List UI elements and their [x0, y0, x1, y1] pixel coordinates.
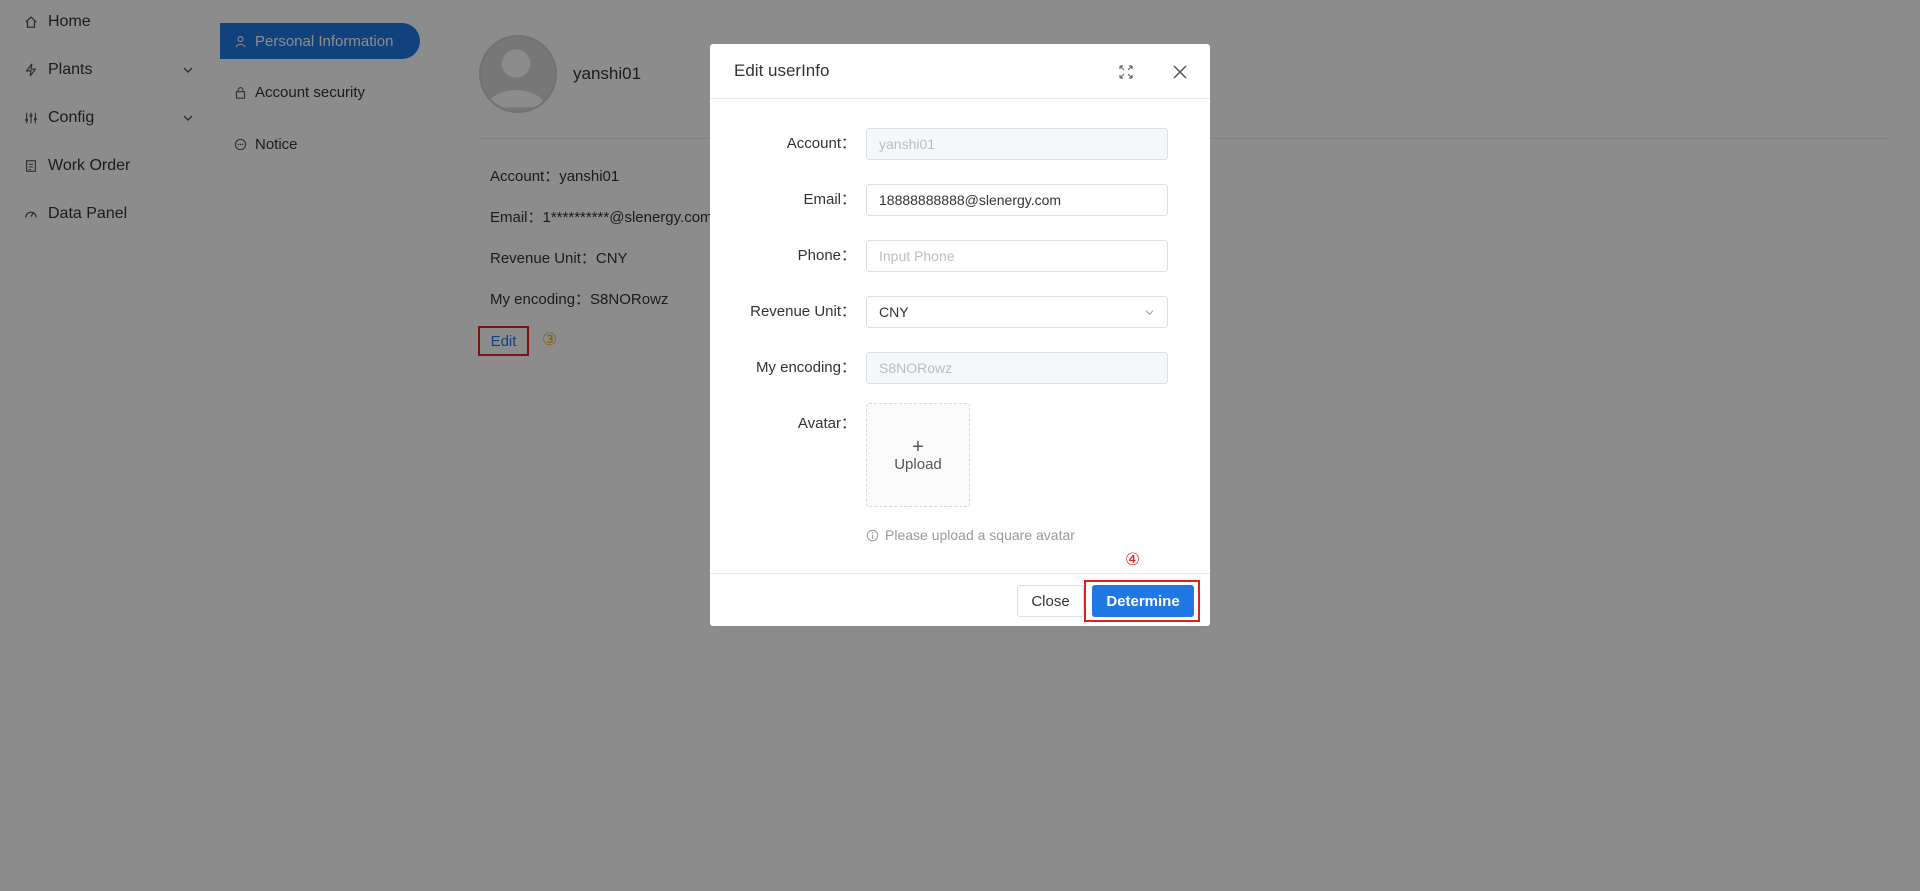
fullscreen-icon[interactable]	[1118, 64, 1134, 80]
phone-input[interactable]	[879, 248, 1167, 264]
account-field: yanshi01	[866, 128, 1168, 160]
email-field[interactable]: 18888888888@slenergy.com	[866, 184, 1168, 216]
account-value: yanshi01	[879, 136, 936, 152]
upload-label: Upload	[894, 455, 942, 473]
divider	[710, 98, 1210, 99]
divider	[710, 573, 1210, 574]
edit-userinfo-dialog: Edit userInfo Account： yanshi01 Email： 1…	[710, 44, 1210, 626]
chevron-down-icon	[1145, 310, 1154, 316]
encoding-value: S8NORowz	[879, 360, 953, 376]
close-icon[interactable]	[1172, 64, 1188, 80]
phone-label: Phone：	[797, 247, 856, 264]
avatar-label: Avatar：	[797, 415, 856, 432]
avatar-upload-button[interactable]: + Upload	[866, 403, 970, 507]
plus-icon: +	[912, 435, 924, 458]
revenue-unit-select[interactable]: CNY	[866, 296, 1168, 328]
email-label: Email：	[803, 191, 856, 208]
step-marker-4: ④	[1125, 550, 1141, 569]
info-icon	[866, 529, 879, 541]
close-button[interactable]: Close	[1017, 585, 1084, 617]
avatar-hint-text: Please upload a square avatar	[885, 527, 1075, 543]
encoding-label: My encoding：	[755, 359, 856, 376]
avatar-hint: Please upload a square avatar	[866, 527, 1075, 543]
encoding-field: S8NORowz	[866, 352, 1168, 384]
determine-button[interactable]: Determine	[1092, 585, 1194, 617]
phone-field[interactable]	[866, 240, 1168, 272]
revenue-unit-value: CNY	[879, 304, 909, 320]
account-label: Account：	[786, 135, 856, 152]
dialog-title: Edit userInfo	[734, 61, 830, 80]
email-value: 18888888888@slenergy.com	[879, 192, 1062, 208]
revenue-unit-label: Revenue Unit：	[750, 303, 856, 320]
